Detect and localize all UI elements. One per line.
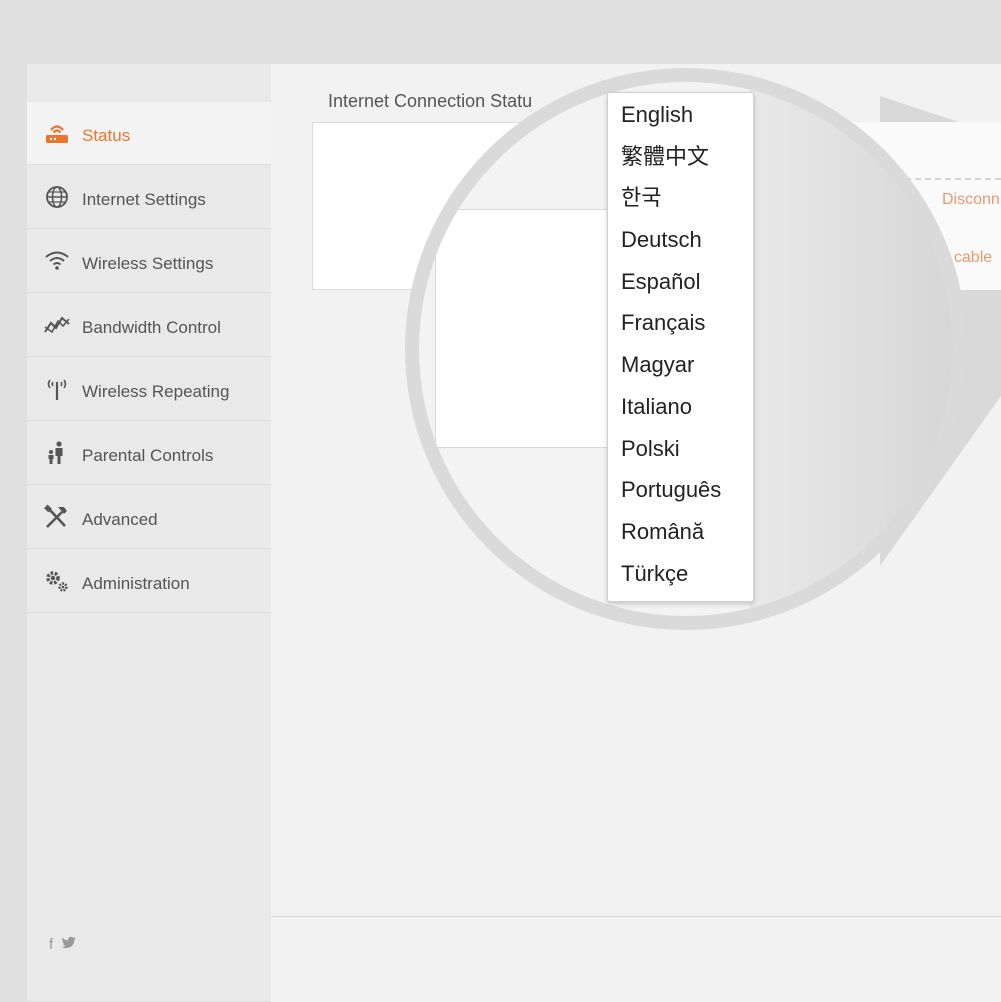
tools-icon xyxy=(43,504,71,530)
language-option-polish[interactable]: Polski xyxy=(608,428,753,470)
sidebar-item-status[interactable]: Status xyxy=(27,102,271,165)
sidebar-item-wireless-repeating[interactable]: Wireless Repeating xyxy=(27,358,271,421)
twitter-icon[interactable] xyxy=(61,936,77,954)
language-option-english[interactable]: English xyxy=(608,94,753,136)
sidebar-item-bandwidth-control[interactable]: Bandwidth Control xyxy=(27,294,271,357)
language-option-portuguese[interactable]: Português xyxy=(608,469,753,511)
sidebar-item-parental-controls[interactable]: Parental Controls xyxy=(27,422,271,485)
language-dropdown[interactable]: English 繁體中文 한국 Deutsch Español Français… xyxy=(607,92,754,602)
router-admin-app: Status Internet Settings Wireless Settin… xyxy=(0,0,1001,1002)
language-option-german[interactable]: Deutsch xyxy=(608,219,753,261)
lens-shading xyxy=(749,82,953,616)
language-option-hungarian[interactable]: Magyar xyxy=(608,344,753,386)
language-option-spanish[interactable]: Español xyxy=(608,261,753,303)
sidebar: Status Internet Settings Wireless Settin… xyxy=(27,64,271,1001)
wifi-icon xyxy=(43,248,71,274)
bandwidth-icon xyxy=(43,312,71,338)
sidebar-item-label: Internet Settings xyxy=(82,190,206,209)
top-strip xyxy=(0,0,1001,64)
sidebar-item-label: Status xyxy=(82,126,131,145)
language-option-french[interactable]: Français xyxy=(608,302,753,344)
parent-child-icon xyxy=(43,440,71,466)
sidebar-item-label: Parental Controls xyxy=(82,446,214,465)
social-links: f xyxy=(49,936,77,954)
gears-icon xyxy=(43,568,71,594)
footer-band xyxy=(271,916,1001,1002)
antenna-icon xyxy=(43,376,71,402)
sidebar-item-wireless-settings[interactable]: Wireless Settings xyxy=(27,230,271,293)
router-icon xyxy=(43,120,71,146)
sidebar-item-advanced[interactable]: Advanced xyxy=(27,486,271,549)
sidebar-item-label: Advanced xyxy=(82,510,158,529)
sidebar-item-label: Administration xyxy=(82,574,190,593)
language-option-italian[interactable]: Italiano xyxy=(608,386,753,428)
sidebar-item-administration[interactable]: Administration xyxy=(27,550,271,613)
sidebar-item-label: Bandwidth Control xyxy=(82,318,221,337)
language-option-romanian[interactable]: Română xyxy=(608,511,753,553)
language-option-turkish[interactable]: Türkçe xyxy=(608,553,753,595)
facebook-link[interactable]: f xyxy=(49,936,53,954)
sidebar-item-label: Wireless Repeating xyxy=(82,382,230,401)
globe-icon xyxy=(43,184,71,210)
language-option-korean[interactable]: 한국 xyxy=(608,177,753,219)
sidebar-item-label: Wireless Settings xyxy=(82,254,214,273)
sidebar-item-internet-settings[interactable]: Internet Settings xyxy=(27,166,271,229)
section-title: Internet Connection Statu xyxy=(328,91,533,111)
language-option-traditional-chinese[interactable]: 繁體中文 xyxy=(608,136,753,178)
